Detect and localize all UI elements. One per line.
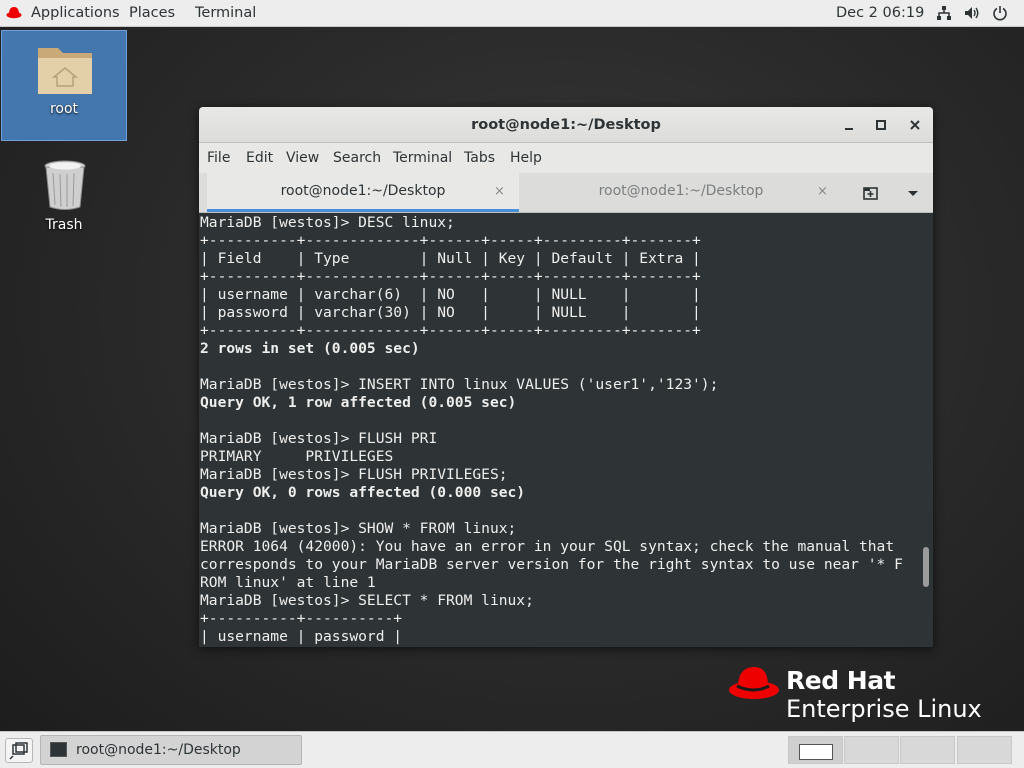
tab-2-label: root@node1:~/Desktop [598, 183, 764, 199]
terminal-icon [50, 742, 67, 757]
terminal-output[interactable]: MariaDB [westos]> DESC linux; +----------… [199, 213, 921, 647]
menu-help[interactable]: Help [510, 143, 542, 173]
window-titlebar[interactable]: root@node1:~/Desktop [199, 107, 933, 143]
redhat-icon [6, 7, 22, 19]
bottom-panel: root@node1:~/Desktop [0, 731, 1024, 768]
desktop-trash[interactable]: Trash [14, 156, 114, 236]
menu-tabs[interactable]: Tabs [464, 143, 495, 173]
applications-menu[interactable]: Applications [31, 0, 120, 27]
maximize-icon[interactable] [871, 115, 891, 135]
home-folder-label: root [49, 101, 79, 117]
top-bar: Applications Places Terminal Dec 2 06:19 [0, 0, 1024, 27]
trash-icon [44, 160, 86, 210]
terminal-line: ROM linux' at line 1 [200, 574, 376, 591]
tab-1-label: root@node1:~/Desktop [280, 183, 446, 199]
terminal-line: +----------+----------+ [200, 610, 403, 627]
terminal-line: MariaDB [westos]> FLUSH PRI [200, 430, 438, 447]
taskbar-terminal-label: root@node1:~/Desktop [76, 742, 241, 758]
terminal-line: | username | password | [200, 628, 403, 645]
menu-file[interactable]: File [207, 143, 230, 173]
tab-1[interactable]: root@node1:~/Desktop × [207, 173, 519, 212]
desktop-home-folder[interactable]: root [1, 30, 127, 141]
scrollbar-thumb[interactable] [923, 547, 929, 587]
trash-label: Trash [45, 217, 83, 233]
workspace-3[interactable] [900, 736, 955, 764]
menu-bar: File Edit View Search Terminal Tabs Help [199, 143, 933, 173]
chevron-down-icon[interactable] [905, 183, 921, 203]
window-title: root@node1:~/Desktop [471, 117, 661, 133]
network-icon[interactable] [936, 5, 952, 21]
menu-terminal[interactable]: Terminal [393, 143, 452, 173]
logo-line2: Enterprise Linux [786, 695, 982, 723]
terminal-line: ERROR 1064 (42000): You have an error in… [200, 538, 895, 555]
redhat-logo: Red Hat Enterprise Linux [728, 660, 988, 724]
logo-line1: Red Hat [786, 666, 896, 695]
folder-icon [38, 48, 92, 94]
workspace-4[interactable] [957, 736, 1012, 764]
volume-icon[interactable] [964, 5, 980, 21]
tab-2-close-icon[interactable]: × [817, 173, 828, 210]
minimize-icon[interactable] [839, 115, 859, 135]
menu-view[interactable]: View [286, 143, 319, 173]
terminal-line: MariaDB [westos]> SHOW * FROM linux; [200, 520, 517, 537]
redhat-hat-icon [729, 667, 779, 699]
terminal-line: MariaDB [westos]> FLUSH PRIVILEGES; [200, 466, 508, 483]
close-icon[interactable] [905, 115, 925, 135]
menu-edit[interactable]: Edit [246, 143, 273, 173]
terminal-line: +----------+-------------+------+-----+-… [200, 232, 701, 249]
terminal-line: 2 rows in set (0.005 sec) [200, 340, 420, 357]
power-icon[interactable] [992, 5, 1008, 21]
menu-search[interactable]: Search [333, 143, 381, 173]
new-tab-icon[interactable] [861, 183, 881, 203]
terminal-line: Query OK, 1 row affected (0.005 sec) [200, 394, 517, 411]
terminal-line: | Field | Type | Null | Key | Default | … [200, 250, 701, 267]
workspace-1[interactable] [788, 736, 843, 764]
clock[interactable]: Dec 2 06:19 [836, 0, 924, 27]
terminal-line: MariaDB [westos]> SELECT * FROM linux; [200, 592, 534, 609]
terminal-line: MariaDB [westos]> INSERT INTO linux VALU… [200, 376, 719, 393]
terminal-line: | password | varchar(30) | NO | | NULL |… [200, 304, 701, 321]
workspace-1-window [799, 744, 833, 760]
tab-bar: root@node1:~/Desktop × root@node1:~/Desk… [199, 173, 933, 213]
workspace-2[interactable] [844, 736, 899, 764]
terminal-window: root@node1:~/Desktop File Edit View Sear… [199, 107, 933, 647]
show-desktop-button[interactable] [5, 738, 33, 763]
tab-2[interactable]: root@node1:~/Desktop × [519, 173, 843, 212]
terminal-line: PRIMARY PRIVILEGES [200, 448, 394, 465]
terminal-line: +----------+-------------+------+-----+-… [200, 322, 701, 339]
terminal-line: | username | varchar(6) | NO | | NULL | … [200, 286, 701, 303]
places-menu[interactable]: Places [129, 0, 175, 27]
terminal-line: Query OK, 0 rows affected (0.000 sec) [200, 484, 526, 501]
show-desktop-icon [9, 742, 28, 760]
terminal-line: MariaDB [westos]> DESC linux; [200, 214, 455, 231]
terminal-line: +----------+-------------+------+-----+-… [200, 268, 701, 285]
taskbar-terminal-button[interactable]: root@node1:~/Desktop [40, 735, 302, 765]
terminal-line: corresponds to your MariaDB server versi… [200, 556, 903, 573]
scrollbar[interactable] [921, 213, 933, 647]
tab-1-close-icon[interactable]: × [494, 173, 505, 210]
terminal-app-menu[interactable]: Terminal [195, 0, 256, 27]
